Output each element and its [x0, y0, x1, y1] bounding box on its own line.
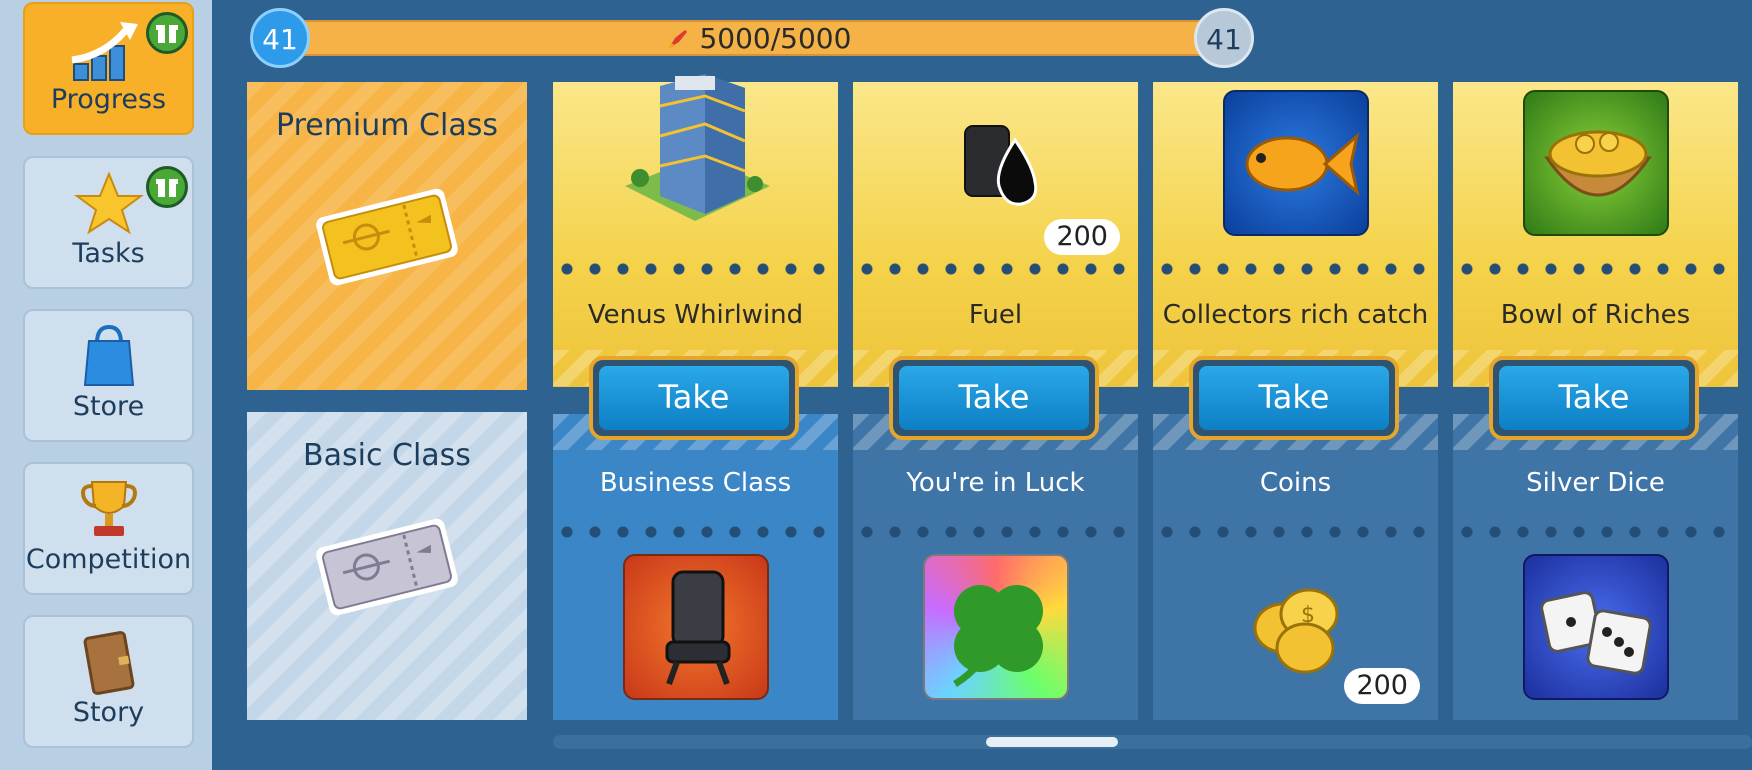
book-icon	[83, 631, 134, 695]
reward-column: Collectors rich catch $ 200 Coins Take	[1153, 0, 1438, 740]
sidebar-item-competition[interactable]: Competition	[23, 462, 194, 595]
basic-reward-card	[853, 414, 1138, 720]
shopping-bag-icon	[83, 324, 134, 386]
premium-class-title: Premium Class	[276, 108, 498, 143]
four-leaf-clover-icon	[923, 554, 1069, 700]
take-button-label: Take	[1199, 366, 1389, 430]
premium-reward-name: Collectors rich catch	[1162, 300, 1429, 330]
reward-column: 200 Fuel You're in Luck Take	[853, 0, 1138, 740]
take-button-label: Take	[599, 366, 789, 430]
basic-reward-name: Silver Dice	[1526, 468, 1665, 498]
fuel-barrel-icon	[964, 125, 1038, 206]
silver-ticket-icon	[316, 518, 458, 616]
basic-reward-card	[1453, 414, 1738, 720]
goldfish-icon	[1223, 90, 1369, 236]
coins-icon: $	[1253, 588, 1339, 674]
svg-text:$: $	[1301, 603, 1315, 628]
basic-reward-card	[553, 414, 838, 720]
premium-reward-name: Fuel	[968, 300, 1023, 330]
scrollbar-thumb[interactable]	[986, 737, 1118, 747]
premium-reward-name: Venus Whirlwind	[587, 300, 804, 330]
progress-chart-icon	[70, 22, 138, 81]
sidebar-item-story[interactable]: Story	[23, 615, 194, 748]
take-button[interactable]: Take	[1189, 356, 1399, 440]
current-level-badge: 41	[250, 8, 310, 68]
sidebar-item-label: Competition	[25, 544, 192, 575]
premium-reward-name: Bowl of Riches	[1500, 300, 1691, 330]
sidebar: Progress Tasks Store Competition Story	[0, 0, 212, 770]
sidebar-item-progress[interactable]: Progress	[23, 2, 194, 135]
basic-reward-card: $ 200	[1153, 414, 1438, 720]
airplane-seat-icon	[623, 554, 769, 700]
sidebar-item-label: Story	[72, 697, 145, 728]
basic-class-panel: Basic Class	[247, 412, 527, 720]
skyscraper-building-icon	[625, 74, 770, 221]
premium-reward-card	[553, 74, 838, 387]
basic-class-title: Basic Class	[303, 438, 471, 473]
take-button[interactable]: Take	[589, 356, 799, 440]
basic-reward-name: Coins	[1259, 468, 1332, 498]
take-button-label: Take	[1499, 366, 1689, 430]
basic-reward-name: You're in Luck	[906, 468, 1085, 498]
reward-column: Venus Whirlwind Business Class Take	[553, 0, 838, 740]
premium-reward-card	[1453, 82, 1738, 387]
gold-ticket-icon	[316, 188, 458, 286]
horizontal-scrollbar[interactable]	[553, 735, 1752, 749]
gift-icon	[146, 12, 188, 54]
sidebar-item-label: Progress	[50, 84, 167, 115]
premium-reward-card	[1153, 82, 1438, 387]
coin-bowl-icon	[1523, 90, 1669, 236]
sidebar-item-label: Store	[72, 391, 145, 422]
sidebar-item-label: Tasks	[72, 238, 145, 269]
star-icon	[73, 171, 144, 235]
sidebar-item-tasks[interactable]: Tasks	[23, 156, 194, 289]
take-button[interactable]: Take	[1489, 356, 1699, 440]
take-button-label: Take	[899, 366, 1089, 430]
sidebar-item-store[interactable]: Store	[23, 309, 194, 442]
basic-reward-name: Business Class	[599, 468, 792, 498]
take-button[interactable]: Take	[889, 356, 1099, 440]
reward-quantity: 200	[1344, 668, 1420, 704]
trophy-icon	[80, 481, 137, 536]
reward-quantity: 200	[1044, 219, 1120, 255]
reward-column: Bowl of Riches Silver Dice Take	[1453, 0, 1738, 740]
dice-icon	[1523, 554, 1669, 700]
premium-class-panel: Premium Class	[247, 82, 527, 390]
premium-reward-card: 200	[853, 82, 1138, 387]
gift-icon	[146, 166, 188, 208]
